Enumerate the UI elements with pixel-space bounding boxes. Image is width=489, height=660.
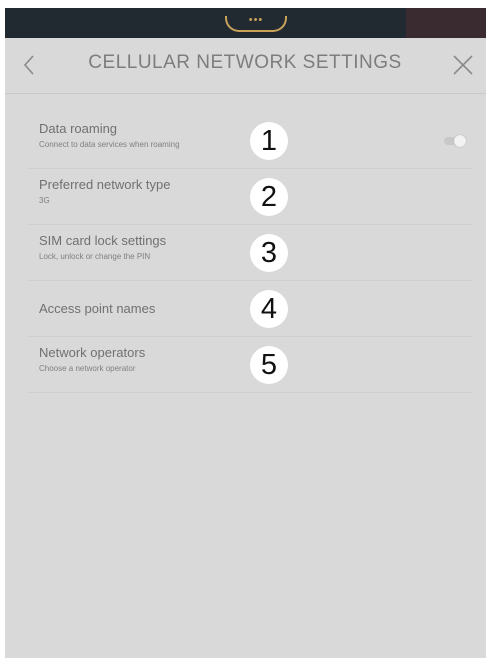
setting-title: Network operators xyxy=(39,345,146,360)
setting-title: Preferred network type xyxy=(39,177,171,192)
setting-subtitle: Choose a network operator xyxy=(39,364,136,373)
settings-list: Data roaming Connect to data services wh… xyxy=(27,113,472,393)
number-badge: 4 xyxy=(250,290,288,328)
setting-subtitle: 3G xyxy=(39,196,50,205)
setting-sim-card-lock[interactable]: SIM card lock settings Lock, unlock or c… xyxy=(27,225,472,281)
setting-data-roaming[interactable]: Data roaming Connect to data services wh… xyxy=(27,113,472,169)
chevron-left-icon xyxy=(23,55,34,75)
status-indicator: ••• xyxy=(225,15,287,32)
close-icon xyxy=(453,55,473,75)
page-title: CELLULAR NETWORK SETTINGS xyxy=(88,52,402,73)
number-badge: 3 xyxy=(250,234,288,272)
number-badge: 2 xyxy=(250,178,288,216)
status-bar-right-area xyxy=(406,8,486,38)
device-screen: ••• CELLULAR NETWORK SETTINGS Data roami… xyxy=(5,8,486,658)
setting-network-operators[interactable]: Network operators Choose a network opera… xyxy=(27,337,472,393)
setting-preferred-network-type[interactable]: Preferred network type 3G 2 xyxy=(27,169,472,225)
header-divider xyxy=(5,93,486,94)
setting-subtitle: Lock, unlock or change the PIN xyxy=(39,252,151,261)
number-badge: 1 xyxy=(250,122,288,160)
number-badge: 5 xyxy=(250,346,288,384)
setting-title: SIM card lock settings xyxy=(39,233,167,248)
toggle-knob xyxy=(454,135,466,147)
status-bar: ••• xyxy=(5,8,486,38)
data-roaming-toggle[interactable] xyxy=(444,135,466,147)
setting-title: Data roaming xyxy=(39,121,118,136)
close-button[interactable] xyxy=(448,50,478,80)
back-button[interactable] xyxy=(15,50,45,80)
setting-access-point-names[interactable]: Access point names 4 xyxy=(27,281,472,337)
setting-subtitle: Connect to data services when roaming xyxy=(39,140,180,149)
setting-title: Access point names xyxy=(39,301,156,316)
